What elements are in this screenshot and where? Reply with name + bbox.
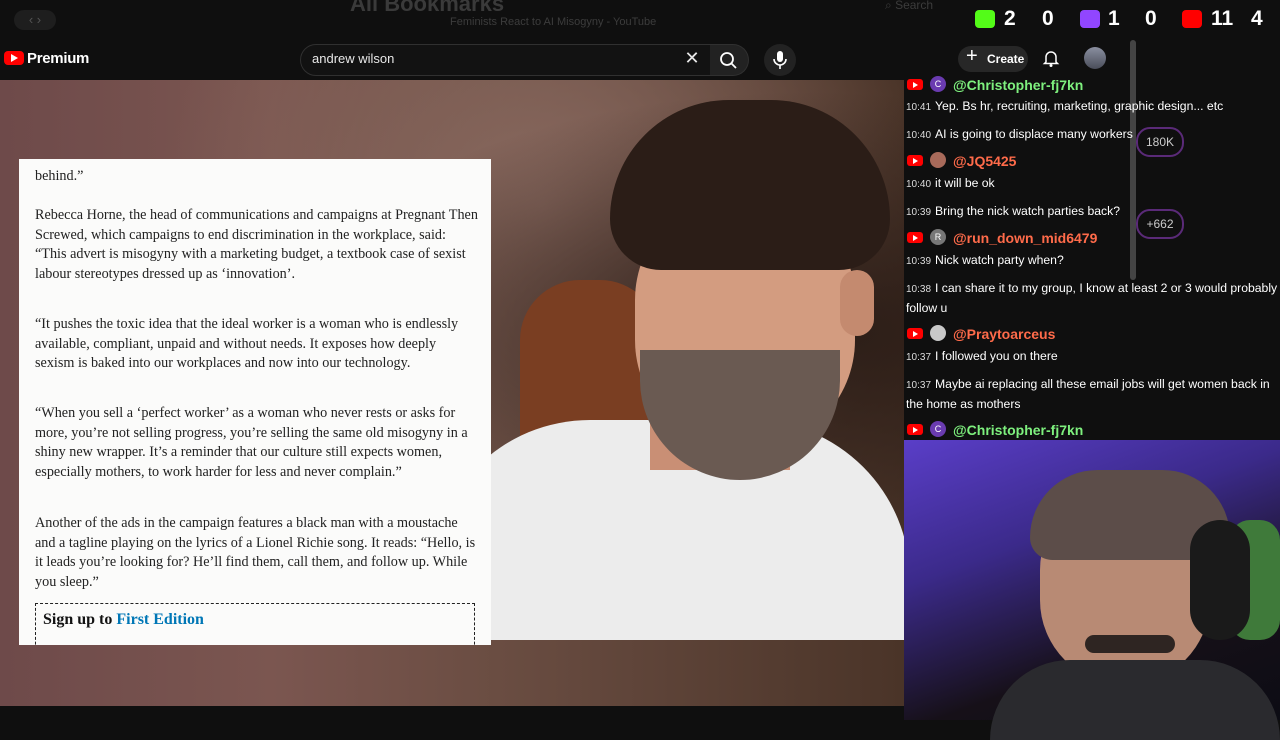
chat-time: 10:37 xyxy=(906,352,932,363)
kick-icon xyxy=(975,10,995,28)
chat-message: 10:41 Yep. Bs hr, recruiting, marketing, … xyxy=(906,97,1223,117)
chat-time: 10:39 xyxy=(906,256,932,267)
browser-search-label: Search xyxy=(895,0,934,12)
search-icon xyxy=(720,52,737,69)
chat-message: 10:38 I can share it to my group, I know … xyxy=(906,279,1278,317)
logo-text[interactable]: Premium xyxy=(27,50,89,67)
player-bottom-bar xyxy=(0,706,904,720)
article-paragraph: Another of the ads in the campaign featu… xyxy=(35,515,476,591)
article-paragraph: “It pushes the toxic idea that the ideal… xyxy=(35,316,459,372)
clear-search-icon[interactable]: ✕ xyxy=(683,48,701,68)
chat-text: it will be ok xyxy=(935,176,995,190)
chat-text: AI is going to displace many workers xyxy=(935,127,1133,141)
youtube-count-a: 11 xyxy=(1211,7,1234,30)
account-avatar[interactable] xyxy=(1084,47,1106,69)
chat-time: 10:39 xyxy=(906,207,932,218)
twitch-icon xyxy=(1080,10,1100,28)
chat-message: 10:39 Nick watch party when? xyxy=(906,251,1064,271)
ghost-count-pill: 180K xyxy=(1136,127,1184,157)
twitch-count-b: 0 xyxy=(1145,7,1157,30)
chat-text: Maybe ai replacing all these email jobs … xyxy=(906,377,1270,411)
user-avatar: C xyxy=(930,421,946,437)
youtube-icon xyxy=(907,232,923,243)
notifications-bell-icon[interactable] xyxy=(1041,48,1061,68)
chat-text: I followed you on there xyxy=(935,349,1058,363)
signup-heading: Sign up to First Edition xyxy=(43,611,204,629)
webcam-person-mustache xyxy=(1085,635,1175,653)
chat-username[interactable]: @Christopher-fj7kn xyxy=(953,77,1083,93)
chat-time: 10:37 xyxy=(906,380,932,391)
chat-time: 10:38 xyxy=(906,284,932,295)
plus-icon: + xyxy=(966,45,978,67)
user-avatar xyxy=(930,325,946,341)
youtube-icon xyxy=(907,328,923,339)
signup-prefix: Sign up to xyxy=(43,611,117,628)
chat-text: Bring the nick watch parties back? xyxy=(935,204,1120,218)
chat-time: 10:40 xyxy=(906,179,932,190)
chat-username[interactable]: @JQ5425 xyxy=(953,153,1016,169)
chat-message: 10:40 AI is going to displace many worker… xyxy=(906,125,1133,145)
article-overlay: behind.” Rebecca Horne, the head of comm… xyxy=(19,159,491,645)
chat-message: 10:37 Maybe ai replacing all these email … xyxy=(906,375,1278,413)
user-avatar: C xyxy=(930,76,946,92)
chat-username[interactable]: @run_down_mid6479 xyxy=(953,230,1097,246)
article-paragraph: “When you sell a ‘perfect worker’ as a w… xyxy=(35,405,468,481)
chat-username[interactable]: @Christopher-fj7kn xyxy=(953,422,1083,438)
chat-username[interactable]: @Praytoarceus xyxy=(953,326,1055,342)
bookmarks-title: All Bookmarks xyxy=(350,0,505,16)
twitch-count-a: 1 xyxy=(1108,7,1120,30)
chat-scrollbar[interactable] xyxy=(1130,40,1136,280)
chat-message: 10:37 I followed you on there xyxy=(906,347,1058,367)
youtube-icon xyxy=(907,424,923,435)
chat-text: Nick watch party when? xyxy=(935,253,1064,267)
youtube-icon xyxy=(907,155,923,166)
tab-title[interactable]: Feminists React to AI Misogyny - YouTube xyxy=(450,16,656,28)
article-paragraph: Rebecca Horne, the head of communication… xyxy=(35,207,478,283)
chat-time: 10:40 xyxy=(906,130,932,141)
youtube-icon xyxy=(1182,10,1202,28)
webcam-person-body xyxy=(990,660,1280,740)
create-label: Create xyxy=(987,52,1025,66)
mic-icon xyxy=(773,51,787,69)
search-button[interactable] xyxy=(710,44,749,76)
chat-message: 10:39 Bring the nick watch parties back? xyxy=(906,202,1120,222)
kick-count-a: 2 xyxy=(1004,7,1016,30)
youtube-icon xyxy=(907,79,923,90)
search-value[interactable]: andrew wilson xyxy=(312,51,394,66)
back-button[interactable]: ‹ › xyxy=(14,10,56,30)
voice-search-button[interactable] xyxy=(764,44,796,76)
chat-time: 10:41 xyxy=(906,102,932,113)
user-avatar xyxy=(930,152,946,168)
chat-message: 10:40 it will be ok xyxy=(906,174,995,194)
article-paragraph: behind.” xyxy=(35,168,84,184)
kick-count-b: 0 xyxy=(1042,7,1054,30)
youtube-logo-icon[interactable] xyxy=(4,51,24,65)
signup-link[interactable]: First Edition xyxy=(116,611,204,628)
user-avatar: R xyxy=(930,229,946,245)
chat-text: Yep. Bs hr, recruiting, marketing, graph… xyxy=(935,99,1224,113)
browser-search-hint: ⌕ Search xyxy=(885,0,934,12)
chat-text: I can share it to my group, I know at le… xyxy=(906,281,1278,315)
youtube-count-b: 4 xyxy=(1251,7,1263,30)
ghost-count-pill: +662 xyxy=(1136,209,1184,239)
webcam-headset xyxy=(1190,520,1250,640)
video-person-ear xyxy=(840,270,874,336)
